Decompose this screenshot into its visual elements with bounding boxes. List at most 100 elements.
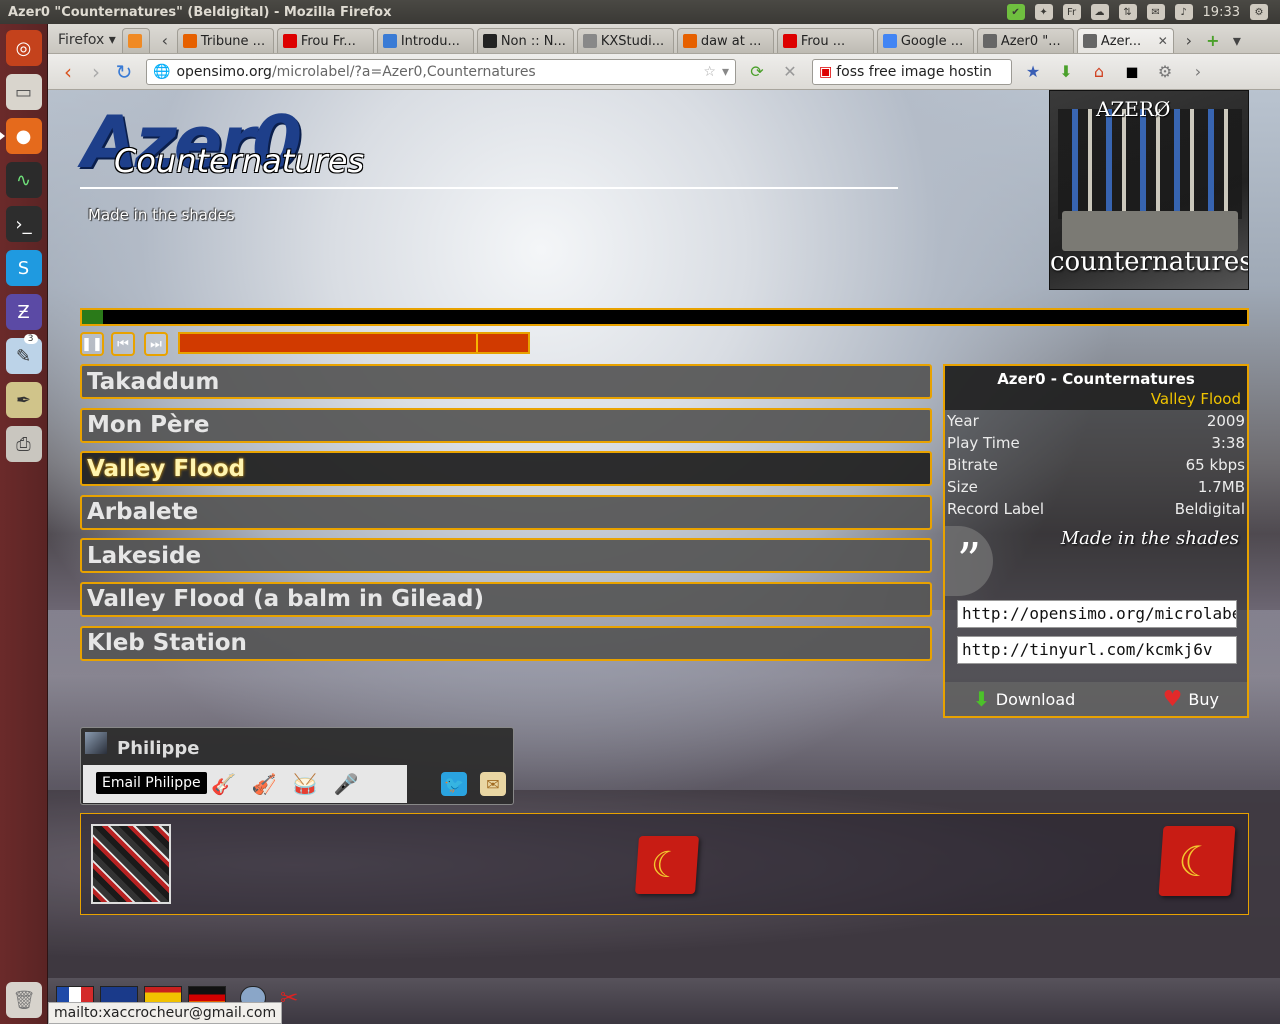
trash-icon[interactable]: 🗑 [6,982,42,1018]
track-item[interactable]: Lakeside [80,538,932,574]
logo-subtitle: Counternatures [114,142,365,180]
tab[interactable]: Frou Fr... [276,28,374,53]
home-go-icon[interactable]: ⟳ [745,60,769,84]
info-key: Bitrate [947,456,998,474]
permalink-field[interactable]: http://opensimo.org/microlabel [957,600,1237,628]
tab-close-icon[interactable]: ✕ [1158,34,1168,48]
album-cover[interactable]: AZERØ counternatures [1049,90,1249,290]
buy-button[interactable]: ♥ Buy [1163,687,1219,712]
info-row: Bitrate 65 kbps [945,454,1247,476]
download-button[interactable]: ⬇ Download [973,687,1075,711]
tab[interactable]: KXStudi... [576,28,674,53]
cover-table [1062,211,1238,251]
tab[interactable]: Tribune ... [176,28,274,53]
mail-icon[interactable]: ✉ [1146,4,1165,20]
info-key: Year [947,412,979,430]
printer-icon[interactable]: ⎙ [5,426,42,462]
track-item[interactable]: Takaddum [80,364,932,399]
skype-icon[interactable]: S [5,250,42,286]
tab[interactable]: Non :: N... [476,28,574,53]
info-value: 2009 [1206,412,1245,430]
footer-box: ☾ ☾ [80,813,1249,915]
reload-button[interactable]: ↻ [110,59,138,85]
power-icon[interactable]: ⚙ [1250,4,1268,20]
tab-favicon-icon [1082,34,1097,48]
new-tab-button[interactable]: + [1201,28,1225,53]
quote-icon: ” [945,526,993,596]
clock[interactable]: 19:33 [1203,5,1240,20]
tab-favicon-icon [582,34,597,48]
notes-icon[interactable]: 3 ✎ [5,334,42,374]
track-item[interactable]: Mon Père [80,407,932,443]
track-item[interactable]: Valley Flood (a balm in Gilead) [80,581,932,617]
tab-active[interactable]: Azer... ✕ [1076,28,1174,53]
system-monitor-icon[interactable]: ∿ [5,162,42,198]
files-icon[interactable]: ▭ [5,74,42,110]
firefox-icon[interactable]: ● [0,118,42,154]
site-identity-icon[interactable]: 🌐 [153,64,170,80]
back-button[interactable]: ‹ [54,59,82,85]
bass-icon: 🎻 [251,772,277,796]
download-icon[interactable]: ⬇ [1054,60,1078,84]
volume-icon[interactable]: ♪ [1174,4,1193,20]
tab-scroll-right[interactable]: › [1177,28,1201,53]
launcher: ◎ ▭ ● ∿ ›_ S Ƶ 3 ✎ ✒ ⎙ [0,24,48,1024]
tab[interactable]: Frou ... [776,28,874,53]
cloud-icon[interactable]: ☁ [1090,4,1109,20]
bookmark-star-icon[interactable]: ☆ [703,64,716,80]
url-history-dropdown[interactable]: ▾ [722,64,729,80]
ubuntu-dash-icon[interactable]: ◎ [5,30,42,66]
home-icon[interactable]: ⌂ [1087,60,1111,84]
keyboard-layout-indicator[interactable]: Fr [1062,4,1081,20]
label-logo-icon[interactable]: ☾ [634,836,700,894]
more-tools-icon[interactable]: › [1186,60,1210,84]
track-item-current[interactable]: Valley Flood [80,451,932,487]
volume-knob[interactable] [475,334,478,352]
tab-scroll-left[interactable]: ‹ [153,28,177,53]
zim-icon[interactable]: Ƶ [5,294,42,330]
previous-track-button[interactable]: ⏮ [111,332,135,356]
addon-icon[interactable]: ◼ [1120,60,1144,84]
tab-label: Non :: N... [500,33,566,49]
firefox-menu-button[interactable]: Firefox ▾ [52,27,122,53]
swiss-knife-icon[interactable]: ✂ [280,986,310,1011]
forward-button[interactable]: › [82,59,110,85]
related-album-thumbnail[interactable] [91,824,171,904]
list-all-tabs-button[interactable]: ▾ [1225,28,1249,53]
pause-button[interactable]: ❚❚ [80,332,104,356]
search-engine-icon[interactable]: ▣ [819,64,832,80]
dropbox-icon[interactable]: ✦ [1034,4,1053,20]
volume-slider[interactable] [178,332,530,354]
track-item[interactable]: Arbalete [80,494,932,530]
tab[interactable]: Introdu... [376,28,474,53]
bookmarks-icon[interactable]: ★ [1021,60,1045,84]
search-bar[interactable]: ▣ foss free image hostin [812,58,1012,85]
tab[interactable]: Google ... [876,28,974,53]
label-logo-large-icon[interactable]: ☾ [1158,826,1236,896]
tab[interactable]: Azer0 "... [976,28,1074,53]
settings-icon[interactable]: ⚙ [1153,60,1177,84]
shortlink-field[interactable]: http://tinyurl.com/kcmkj6v [957,636,1237,664]
info-row: Size 1.7MB [945,476,1247,498]
next-track-button[interactable]: ⏭ [144,332,168,356]
pen-tool-icon[interactable]: ✒ [5,382,42,418]
tab-label: KXStudi... [600,33,665,49]
network-icon[interactable]: ⇅ [1118,4,1137,20]
tab-label: Tribune ... [200,33,266,49]
tab-rss[interactable] [121,28,150,53]
terminal-icon[interactable]: ›_ [5,206,42,242]
tab[interactable]: daw at ... [676,28,774,53]
artist-avatar[interactable] [85,732,107,754]
track-progress-bar[interactable] [80,308,1249,326]
update-icon[interactable]: ✔ [1006,4,1025,20]
tab-favicon-icon [682,34,697,48]
rss-icon [127,34,142,48]
email-icon[interactable]: ✉ [480,772,506,796]
url-bar[interactable]: 🌐 opensimo.org/microlabel/?a=Azer0,Count… [146,58,736,85]
track-item[interactable]: Kleb Station [80,625,932,661]
info-key: Record Label [947,500,1045,518]
stop-icon[interactable]: ✕ [778,60,802,84]
tab-favicon-icon [182,34,197,48]
twitter-icon[interactable]: 🐦 [441,772,467,796]
site-logo[interactable]: Azer0 Counternatures [82,102,364,182]
